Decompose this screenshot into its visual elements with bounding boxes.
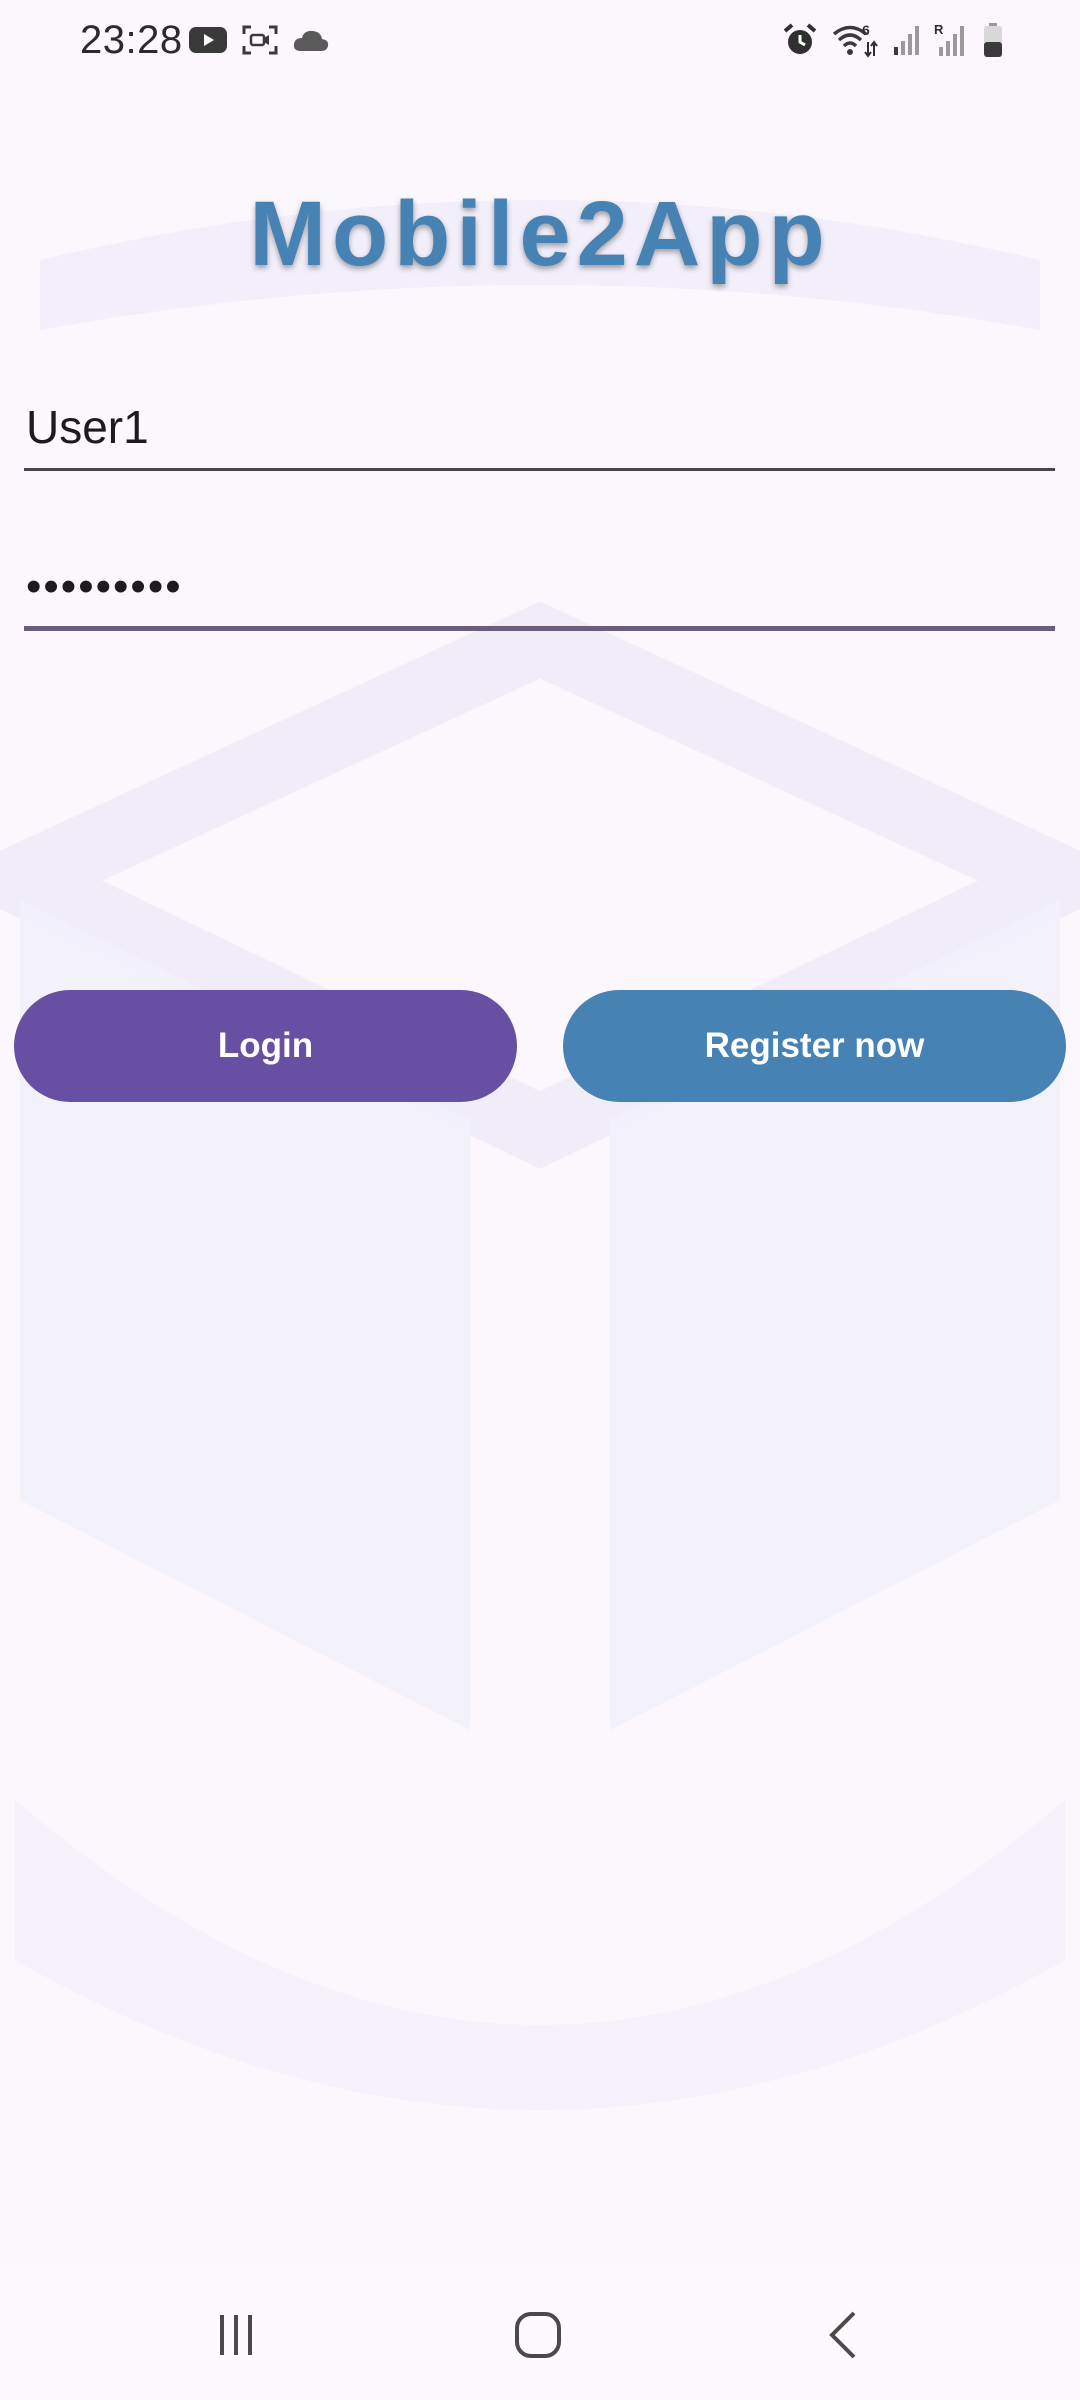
back-icon (829, 2311, 856, 2359)
wifi-badge: 6 (862, 22, 870, 38)
cloud-icon (293, 30, 329, 51)
signal-icon (894, 26, 919, 55)
home-icon (515, 2312, 561, 2358)
status-right-icons: 6 R (782, 22, 1004, 58)
register-button[interactable]: Register now (563, 990, 1066, 1102)
password-value: ••••••••• (26, 562, 183, 611)
battery-icon (984, 23, 1002, 57)
register-button-label: Register now (704, 1026, 925, 1065)
login-button[interactable]: Login (14, 990, 517, 1102)
background-logo-watermark (0, 200, 1080, 2110)
status-bar: 23:28 6 R (0, 0, 1080, 86)
signal-roaming-icon: R (934, 22, 964, 56)
username-field[interactable]: User1 (24, 380, 1055, 471)
home-button[interactable] (478, 2295, 598, 2375)
youtube-icon (189, 27, 227, 53)
recents-icon (220, 2315, 252, 2355)
wifi-icon: 6 (832, 22, 878, 58)
screen-recorder-icon (242, 25, 278, 55)
roaming-badge: R (934, 22, 944, 37)
back-button[interactable] (782, 2295, 902, 2375)
alarm-icon (783, 23, 817, 54)
login-button-label: Login (217, 1026, 314, 1065)
app-title: Mobile2App (249, 183, 831, 285)
username-value: User1 (26, 401, 149, 453)
status-time: 23:28 (80, 18, 183, 62)
recents-button[interactable] (176, 2295, 296, 2375)
password-field[interactable]: ••••••••• (24, 536, 1055, 631)
status-left-icons (188, 24, 330, 56)
navigation-bar (0, 2265, 1080, 2400)
